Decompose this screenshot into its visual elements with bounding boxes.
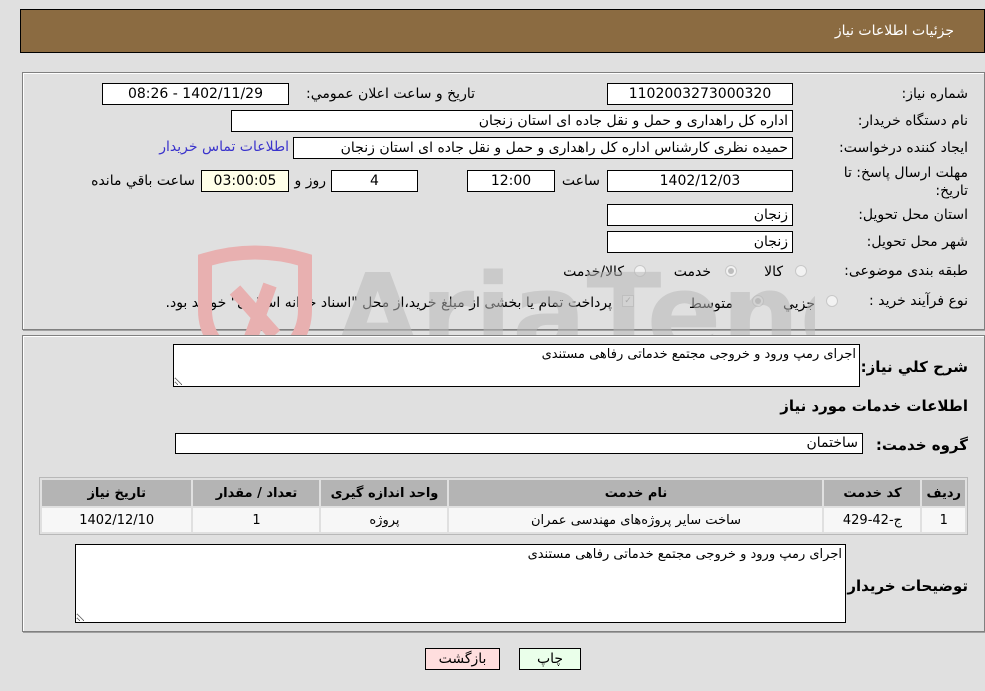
cell-need-date: 1402/12/10 bbox=[42, 508, 192, 532]
treasury-checkbox-label: پرداخت تمام یا بخشی از مبلغ خرید،از محل … bbox=[165, 295, 612, 311]
need-number-label: شماره نیاز: bbox=[901, 86, 969, 102]
delivery-city-label: شهر محل تحویل: bbox=[866, 234, 968, 250]
page-header: جزئیات اطلاعات نیاز bbox=[20, 9, 985, 53]
deadline-label: مهلت ارسال پاسخ: تا تاریخ: bbox=[843, 165, 968, 199]
cell-unit: پروژه bbox=[321, 508, 448, 532]
category-label: طبقه بندی موضوعی: bbox=[844, 263, 968, 279]
remaining-time-label: ساعت باقي مانده bbox=[91, 173, 195, 189]
category-radio-goods-service[interactable] bbox=[634, 265, 646, 277]
description-label: شرح كلي نياز: bbox=[860, 358, 968, 376]
back-button[interactable]: بازگشت bbox=[425, 648, 500, 670]
buyer-notes-textarea[interactable]: اجرای رمپ ورود و خروجی مجتمع خدماتی رفاه… bbox=[75, 544, 846, 623]
process-radio-minor[interactable] bbox=[826, 295, 838, 307]
treasury-checkbox[interactable]: ✓ bbox=[622, 295, 634, 307]
delivery-province-label: استان محل تحویل: bbox=[858, 207, 968, 223]
deadline-time-field[interactable]: 12:00 bbox=[467, 170, 555, 192]
buyer-contact-link[interactable]: اطلاعات تماس خریدار bbox=[159, 139, 289, 155]
days-label: روز و bbox=[294, 173, 327, 189]
cell-row-number: 1 bbox=[922, 508, 965, 532]
process-type-label: نوع فرآیند خرید : bbox=[869, 293, 968, 309]
announce-datetime-label: تاریخ و ساعت اعلان عمومي: bbox=[306, 86, 475, 102]
cell-service-name: ساخت سایر پروژه‌های مهندسی عمران bbox=[449, 508, 823, 532]
delivery-city-field[interactable]: زنجان bbox=[607, 231, 793, 253]
category-radio-goods[interactable] bbox=[795, 265, 807, 277]
service-group-field[interactable]: ساختمان bbox=[175, 433, 863, 454]
need-number-field[interactable]: 1102003273000320 bbox=[607, 83, 793, 105]
description-textarea[interactable]: اجرای رمپ ورود و خروجی مجتمع خدماتی رفاه… bbox=[173, 344, 860, 387]
category-option-service: خدمت bbox=[673, 264, 711, 280]
category-radio-service[interactable] bbox=[725, 265, 737, 277]
col-header-quantity: تعداد / مقدار bbox=[193, 480, 320, 506]
announce-datetime-field[interactable]: 1402/11/29 - 08:26 bbox=[102, 83, 289, 105]
process-option-medium: متوسط bbox=[689, 296, 733, 312]
col-header-row-number: ردیف bbox=[922, 480, 965, 506]
requester-label: ایجاد کننده درخواست: bbox=[839, 140, 968, 156]
delivery-province-field[interactable]: زنجان bbox=[607, 204, 793, 226]
col-header-unit: واحد اندازه گیری bbox=[321, 480, 448, 506]
print-button[interactable]: چاپ bbox=[519, 648, 581, 670]
category-option-goods-service: کالا/خدمت bbox=[563, 264, 624, 280]
services-section-title: اطلاعات خدمات مورد نیاز bbox=[780, 397, 968, 415]
process-option-minor: جزيي bbox=[783, 296, 815, 312]
remaining-days-field[interactable]: 4 bbox=[331, 170, 418, 192]
buyer-org-label: نام دستگاه خریدار: bbox=[857, 113, 968, 129]
deadline-date-field[interactable]: 1402/12/03 bbox=[607, 170, 793, 192]
cell-quantity: 1 bbox=[193, 508, 320, 532]
service-group-label: گروه خدمت: bbox=[875, 436, 968, 454]
table-row: 1 ج-42-429 ساخت سایر پروژه‌های مهندسی عم… bbox=[42, 508, 965, 532]
process-radio-medium[interactable] bbox=[752, 295, 764, 307]
buyer-notes-label: توضیحات خریدار: bbox=[841, 577, 968, 595]
requester-field[interactable]: حمیده نظری کارشناس اداره کل راهداری و حم… bbox=[293, 137, 793, 159]
category-option-goods: کالا bbox=[764, 264, 783, 280]
page-title: جزئیات اطلاعات نیاز bbox=[834, 23, 954, 39]
services-table: ردیف کد خدمت نام خدمت واحد اندازه گیری ت… bbox=[39, 477, 968, 535]
remaining-time-field: 03:00:05 bbox=[201, 170, 289, 192]
col-header-service-code: کد خدمت bbox=[824, 480, 921, 506]
col-header-need-date: تاریخ نیاز bbox=[42, 480, 192, 506]
col-header-service-name: نام خدمت bbox=[449, 480, 823, 506]
deadline-time-label: ساعت bbox=[561, 173, 600, 189]
table-header-row: ردیف کد خدمت نام خدمت واحد اندازه گیری ت… bbox=[42, 480, 965, 506]
buyer-org-field[interactable]: اداره کل راهداری و حمل و نقل جاده ای است… bbox=[231, 110, 793, 132]
cell-service-code: ج-42-429 bbox=[824, 508, 921, 532]
